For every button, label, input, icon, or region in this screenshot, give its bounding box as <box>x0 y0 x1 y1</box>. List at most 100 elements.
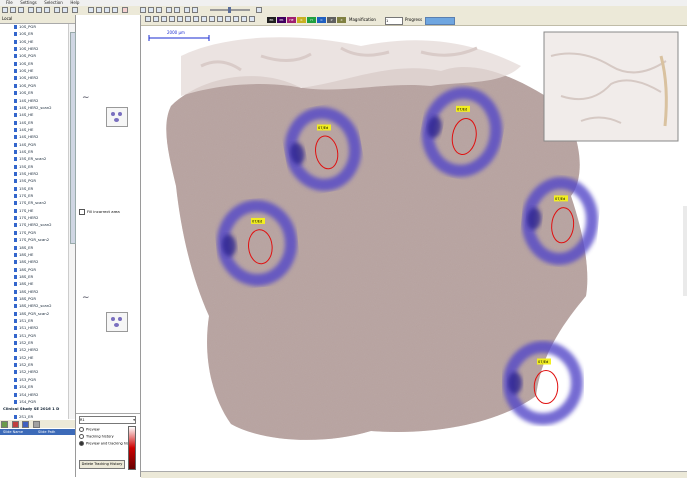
paste-icon[interactable] <box>44 7 50 13</box>
tree-item[interactable]: 10S_PGR <box>14 53 36 59</box>
add-icon[interactable] <box>1 421 8 428</box>
link-icon[interactable]: ∼ <box>82 293 90 303</box>
link-icon[interactable]: ∼ <box>82 93 90 103</box>
tree-item[interactable]: 14S_ER <box>14 120 33 126</box>
radio-preview[interactable]: Preview <box>79 427 100 432</box>
region-select[interactable]: R1 ▾ <box>79 416 136 424</box>
tree-item[interactable]: 14S_HER2 <box>14 134 38 140</box>
stain-chip[interactable]: X <box>337 17 346 23</box>
tree-item[interactable]: 18S_HER2_scan2 <box>14 303 52 309</box>
stain-chip[interactable]: P <box>327 17 336 23</box>
tree-item[interactable]: 17S_ER <box>14 193 33 199</box>
save-icon[interactable] <box>18 7 24 13</box>
tree-item[interactable]: 1S4_PGR <box>14 399 36 405</box>
tree-item[interactable]: 2S1_ER <box>14 414 33 419</box>
layout3-icon[interactable] <box>104 7 110 13</box>
layout2-icon[interactable] <box>96 7 102 13</box>
tree-item[interactable]: 1S1_HER2 <box>14 325 38 331</box>
upload-icon[interactable] <box>22 421 30 428</box>
fill-incorrect-checkbox[interactable]: Fill incorrect area <box>79 209 120 215</box>
slide-thumbnail-2[interactable] <box>106 312 128 332</box>
layout4-icon[interactable] <box>112 7 118 13</box>
text-tool-icon[interactable] <box>193 16 199 22</box>
local-tab[interactable]: Local <box>0 15 75 24</box>
zoom-fit-icon[interactable] <box>156 7 162 13</box>
contrast-icon[interactable] <box>192 7 198 13</box>
tree-item[interactable]: 10S_HER2 <box>14 46 38 52</box>
slide-name-column[interactable]: Slide Name <box>3 429 23 435</box>
stain-chip[interactable]: ER <box>267 17 276 23</box>
ruler-icon[interactable] <box>185 16 191 22</box>
close-icon[interactable] <box>122 7 128 13</box>
tree-item[interactable]: 14S_HER2 <box>14 98 38 104</box>
tree-item[interactable]: 10S_HE <box>14 39 33 45</box>
tree-item[interactable]: 15S_ER <box>14 186 33 192</box>
tree-item[interactable]: 14S_HE <box>14 127 33 133</box>
magnification-input[interactable]: 1 <box>385 17 403 25</box>
camera-icon[interactable] <box>217 16 223 22</box>
pan-icon[interactable] <box>153 16 159 22</box>
tree-item[interactable]: 10S_ER <box>14 61 33 67</box>
refresh-icon[interactable] <box>256 7 262 13</box>
tree-item[interactable]: 18S_ER <box>14 274 33 280</box>
overview-inset[interactable] <box>543 31 679 142</box>
delete-tracking-button[interactable]: Delete Tracking History <box>79 460 125 469</box>
stain-chip[interactable]: PR <box>277 17 286 23</box>
redo-icon[interactable] <box>62 7 68 13</box>
tree-item[interactable]: 10S_HER2 <box>14 75 38 81</box>
radio-tracking[interactable]: Tracking history <box>79 434 114 439</box>
tree-item[interactable]: 10S_ER <box>14 90 33 96</box>
tree-item[interactable]: 1S2_HE <box>14 355 33 361</box>
tree-item[interactable]: 17S_HER2 <box>14 215 38 221</box>
tree-folder[interactable]: Clinical Study SE 2016 1 D <box>3 406 59 412</box>
rotate-icon[interactable] <box>166 7 172 13</box>
tree-item[interactable]: 18S_HER2 <box>14 289 38 295</box>
open-icon[interactable] <box>10 7 16 13</box>
viewer-scrollbar[interactable] <box>683 206 687 296</box>
grid-icon[interactable] <box>209 16 215 22</box>
tree-item[interactable]: 14S_ER <box>14 149 33 155</box>
stain-chip[interactable]: HE <box>287 17 296 23</box>
stain-chip[interactable]: C <box>317 17 326 23</box>
slider-knob[interactable] <box>228 7 231 13</box>
tree-item[interactable]: 10S_ER <box>14 31 33 37</box>
flip-icon[interactable] <box>174 7 180 13</box>
new-icon[interactable] <box>2 7 8 13</box>
tree-item[interactable]: 14S_HER2_scan2 <box>14 105 52 111</box>
tree-item[interactable]: 1S1_ER <box>14 318 33 324</box>
tree-item[interactable]: 1S4_HER2 <box>14 392 38 398</box>
tree-item[interactable]: 17S_PGR <box>14 230 36 236</box>
tree-item[interactable]: 17S_PGR_scan2 <box>14 237 49 243</box>
tree-item[interactable]: 18S_HE <box>14 252 33 258</box>
tree-item[interactable]: 18S_PGR_scan2 <box>14 311 49 317</box>
tree-item[interactable]: 10S_PGR <box>14 24 36 30</box>
pointer-icon[interactable] <box>145 16 151 22</box>
slide-path-column[interactable]: Slide Path <box>38 429 55 435</box>
export-view-icon[interactable] <box>249 16 255 22</box>
layers-icon[interactable] <box>225 16 231 22</box>
tree-item[interactable]: 1S1_PGR <box>14 333 36 339</box>
tree-item[interactable]: 18S_PGR <box>14 267 36 273</box>
tree-item[interactable]: 15S_ER_scan2 <box>14 156 46 162</box>
tree-item[interactable]: 1S2_HER2 <box>14 347 38 353</box>
tree-item[interactable]: 18S_PGR <box>14 296 36 302</box>
tree-item[interactable]: 10S_HE <box>14 68 33 74</box>
tree-item[interactable]: 17S_HE <box>14 208 33 214</box>
color-icon[interactable] <box>184 7 190 13</box>
erase-icon[interactable] <box>201 16 207 22</box>
export-icon[interactable] <box>32 421 40 428</box>
tree-item[interactable]: 14S_HE <box>14 112 33 118</box>
zoom-slider[interactable] <box>210 7 250 13</box>
settings-icon[interactable] <box>241 16 247 22</box>
ellipse-tool-icon[interactable] <box>169 16 175 22</box>
tree-item[interactable]: 17S_ER_scan2 <box>14 200 46 206</box>
tree-item[interactable]: 15S_HER2 <box>14 171 38 177</box>
tree-item[interactable]: 15S_PGR <box>14 178 36 184</box>
tree-item[interactable]: 17S_HER2_scan2 <box>14 222 52 228</box>
tree-item[interactable]: 15S_ER <box>14 164 33 170</box>
copy-icon[interactable] <box>36 7 42 13</box>
remove-icon[interactable] <box>11 421 19 428</box>
tree-item[interactable]: 14S_PGR <box>14 142 36 148</box>
stain-chip[interactable]: H <box>307 17 316 23</box>
find-icon[interactable] <box>72 7 78 13</box>
